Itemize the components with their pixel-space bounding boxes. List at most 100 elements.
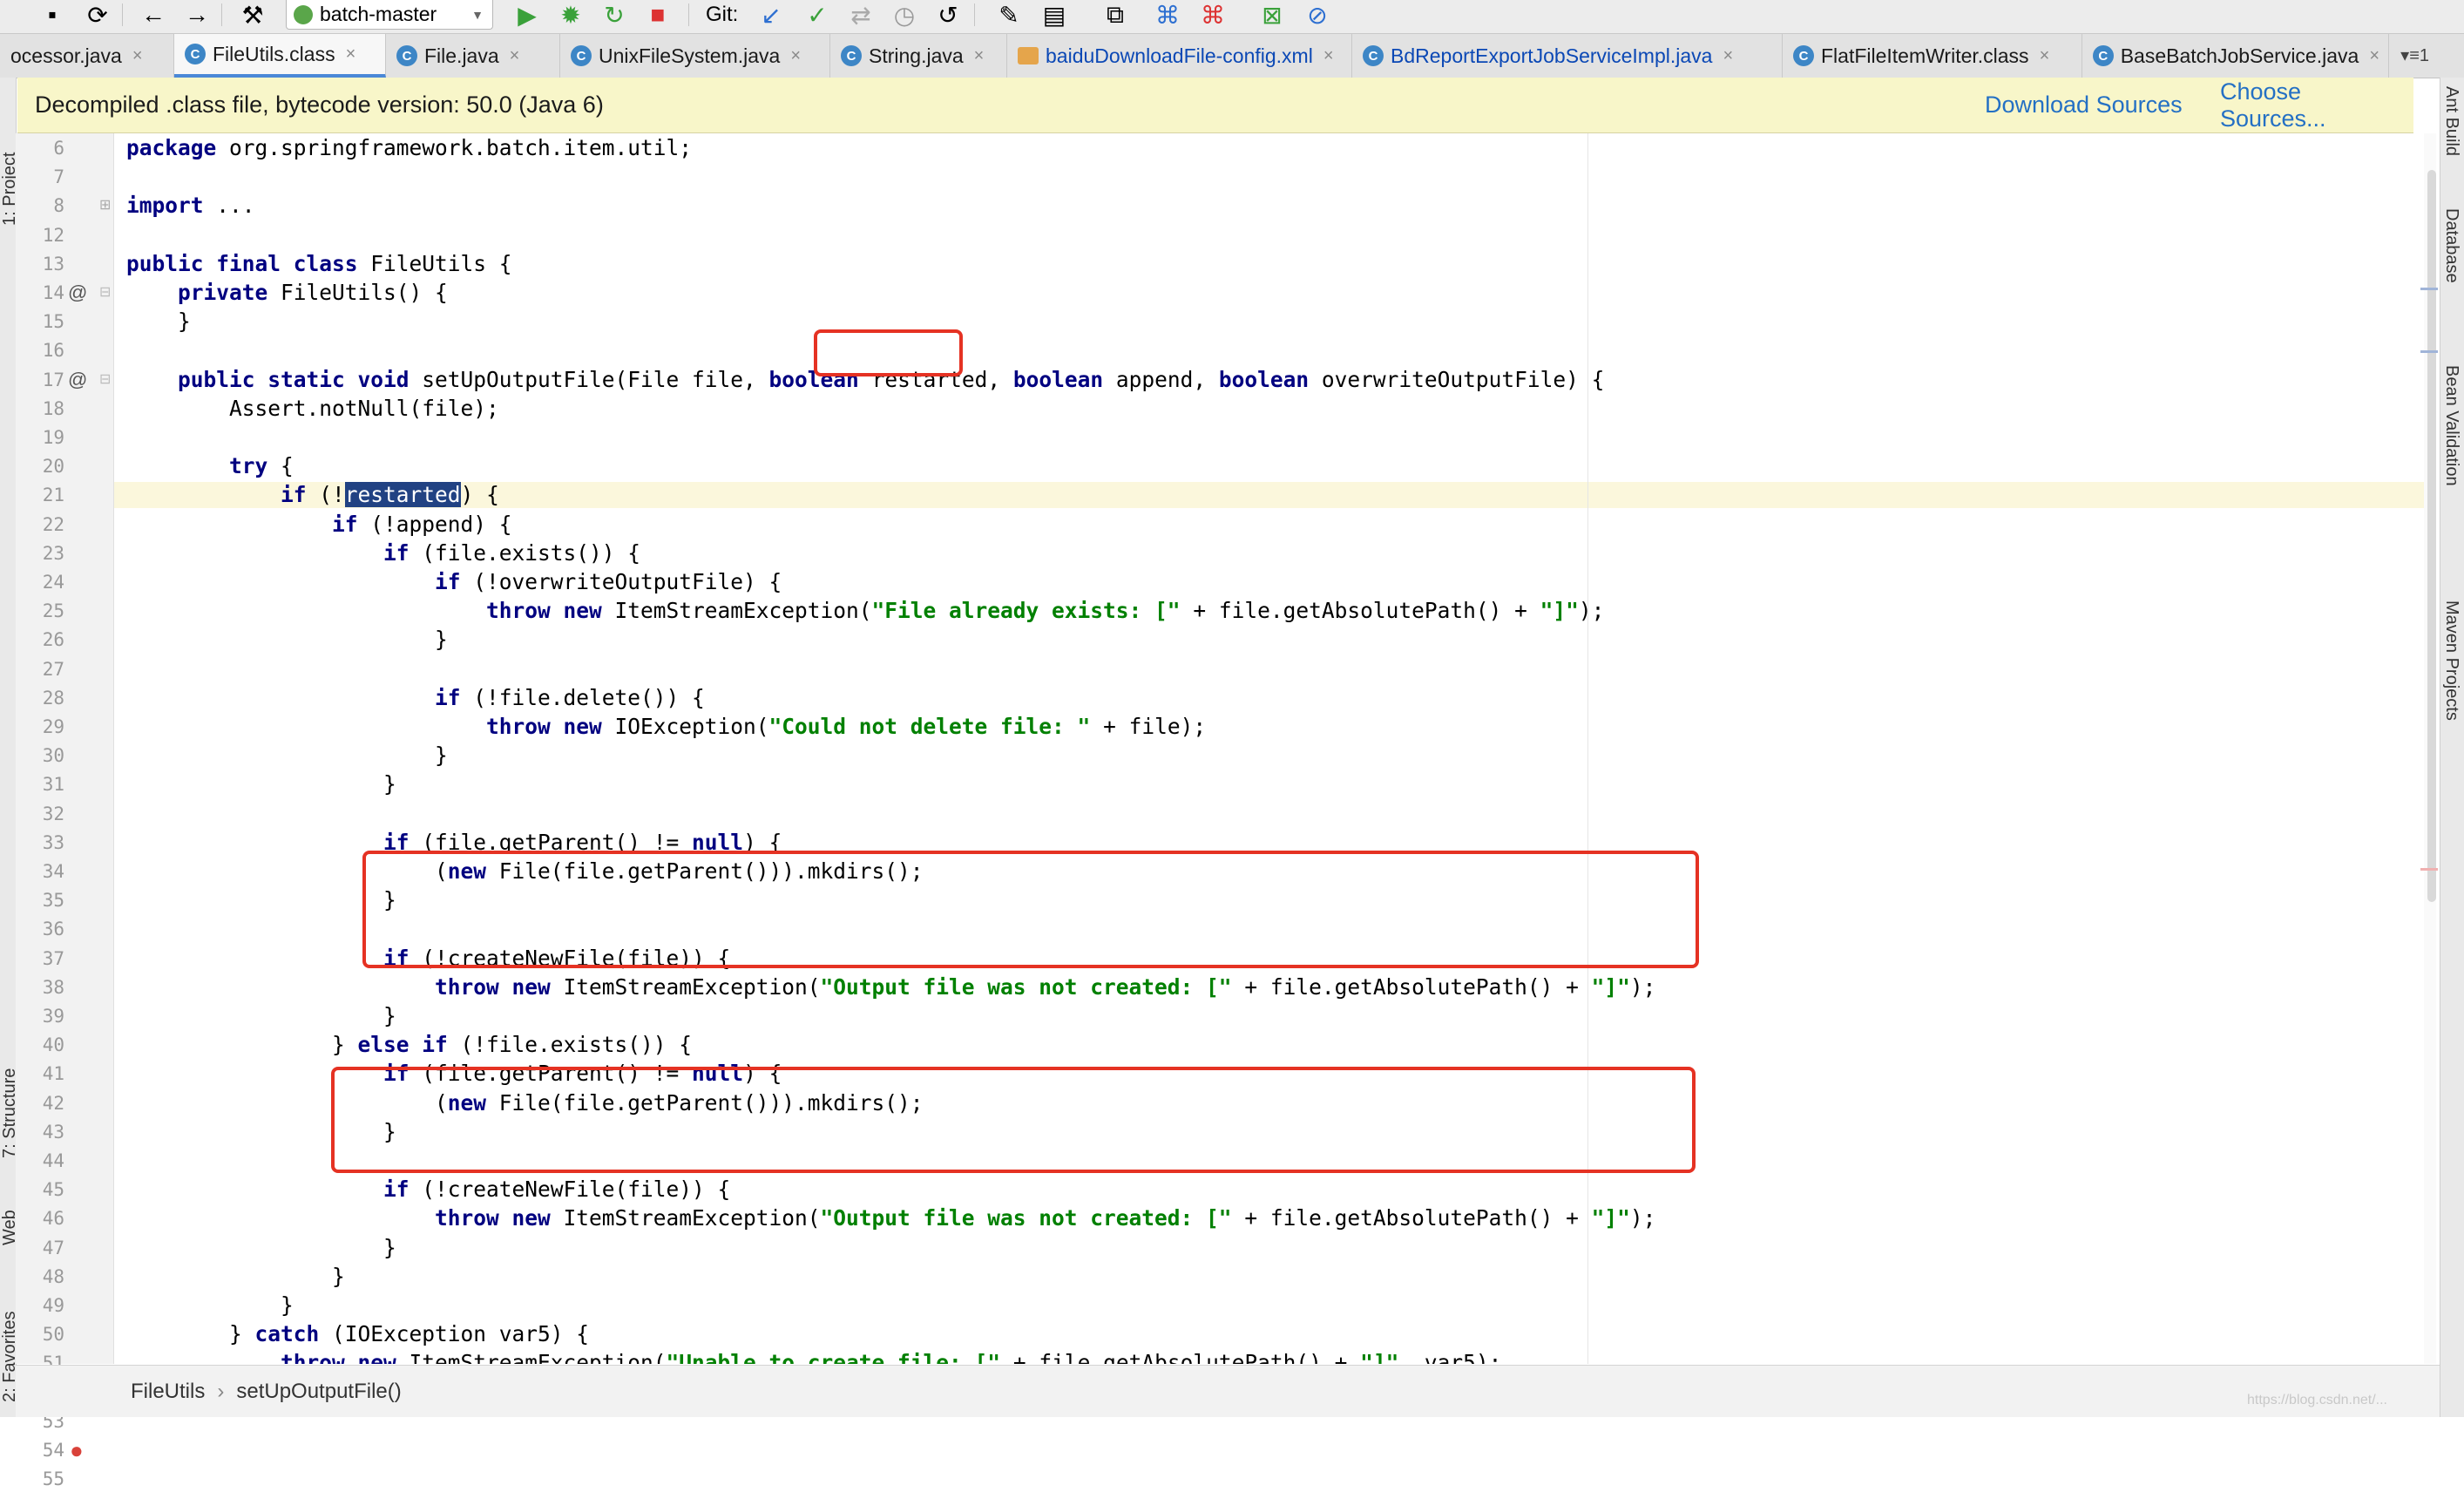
code-editor[interactable]: package org.springframework.batch.item.u… [114,133,2439,1364]
close-icon[interactable]: × [1723,46,1733,66]
breakpoint-icon[interactable]: ● [70,1437,84,1463]
close-icon[interactable]: × [2040,46,2050,66]
code-line[interactable]: } [114,771,396,797]
code-line[interactable]: if (!overwriteOutputFile) { [114,569,782,595]
wrench-icon[interactable]: ✎ [992,0,1026,30]
back-arrow-icon[interactable]: ← [136,0,171,30]
code-line[interactable]: } catch (IOException var5) { [114,1321,589,1347]
choose-sources-link[interactable]: Choose Sources... [2220,78,2413,132]
vcs-merge-icon[interactable]: ⇄ [843,0,878,30]
close-icon[interactable]: × [2369,46,2379,66]
code-line[interactable]: throw new IOException("Could not delete … [114,714,1206,740]
fold-icon[interactable]: ⊟ [99,367,111,393]
code-line[interactable] [114,164,126,190]
close-icon[interactable]: × [790,46,801,66]
code-line[interactable]: if (!file.delete()) { [114,685,705,711]
forward-arrow-icon[interactable]: → [179,0,214,30]
code-line[interactable] [114,656,126,682]
close-icon[interactable]: × [510,46,520,66]
stop-icon[interactable]: ■ [640,0,675,30]
code-line[interactable] [114,1148,126,1174]
code-line[interactable]: } [114,743,448,769]
breadcrumb-class[interactable]: FileUtils [131,1380,205,1404]
sync-icon[interactable]: ⟳ [80,0,115,30]
tool-window-bean-validation[interactable]: Bean Validation [2441,365,2461,486]
code-line[interactable] [114,801,126,827]
code-line[interactable]: if (!append) { [114,512,512,538]
tab-basebatchjobservice-java[interactable]: C BaseBatchJobService.java × [2082,34,2389,78]
close-icon[interactable]: × [974,46,985,66]
tab-unixfilesystem-java[interactable]: C UnixFileSystem.java × [560,34,830,78]
save-icon[interactable]: ▪ [35,0,70,30]
tool-window-database[interactable]: Database [2441,208,2461,283]
translate-icon[interactable]: ⌘ [1150,0,1185,30]
tab-processor-java[interactable]: ocessor.java × [0,34,174,78]
no-entry-icon[interactable]: ⊘ [1300,0,1335,30]
build-hammer-icon[interactable]: ⚒ [235,0,270,30]
code-line[interactable]: } [114,887,396,913]
code-line[interactable]: public final class FileUtils { [114,251,512,277]
run-configuration-selector[interactable]: batch-master ▼ [286,0,493,30]
override-marker-icon[interactable]: @ [68,367,87,393]
code-line[interactable]: } [114,309,191,335]
code-line[interactable]: throw new ItemStreamException("Output fi… [114,974,1655,1000]
tab-baidudownloadfile-config-xml[interactable]: baiduDownloadFile-config.xml × [1007,34,1352,78]
tab-file-java[interactable]: C File.java × [386,34,560,78]
close-icon[interactable]: × [1323,46,1334,66]
code-line[interactable] [114,916,126,942]
tool-window-favorites[interactable]: 2: Favorites [0,1312,16,1402]
code-line[interactable]: Assert.notNull(file); [114,396,499,422]
line-number: 23 [42,542,64,564]
close-icon[interactable]: × [132,46,143,66]
close-icon[interactable]: × [346,44,356,64]
code-line[interactable]: } [114,1235,396,1261]
profiler-icon[interactable]: ⊠ [1255,0,1290,30]
download-sources-link[interactable]: Download Sources [1985,92,2183,119]
code-line[interactable] [114,222,126,248]
tab-fileutils-class[interactable]: C FileUtils.class × [174,34,386,78]
fold-icon[interactable]: ⊟ [99,280,111,306]
tool-window-project[interactable]: 1: Project [0,153,16,226]
code-line[interactable]: try { [114,453,294,479]
history-icon[interactable]: ◷ [887,0,922,30]
code-line[interactable] [114,424,126,451]
run-icon[interactable]: ▶ [510,0,545,30]
code-line[interactable] [114,337,126,363]
code-token: } [126,1263,345,1289]
debug-icon[interactable]: ✹ [553,0,588,30]
override-marker-icon[interactable]: @ [68,280,87,306]
code-line[interactable]: if (file.exists()) { [114,540,640,566]
code-line[interactable]: } [114,1003,396,1029]
vcs-commit-icon[interactable]: ✓ [800,0,835,30]
code-line[interactable]: } [114,1264,345,1290]
code-line[interactable]: throw new ItemStreamException("Output fi… [114,1205,1655,1231]
translate-alt-icon[interactable]: ⌘ [1195,0,1230,30]
tool-window-structure[interactable]: 7: Structure [0,1068,16,1158]
scrollbar-thumb[interactable] [2427,170,2436,902]
breadcrumb-method[interactable]: setUpOutputFile() [236,1380,401,1404]
vcs-update-icon[interactable]: ↙ [754,0,789,30]
code-line[interactable]: } [114,1292,294,1319]
tab-overflow-menu[interactable]: ▾≡1 [2400,34,2429,78]
code-line[interactable]: private FileUtils() { [114,280,448,306]
tool-window-maven-projects[interactable]: Maven Projects [2441,600,2461,721]
attach-debugger-icon[interactable]: ↻ [597,0,632,30]
fold-icon[interactable]: ⊞ [99,193,111,219]
project-structure-icon[interactable]: ▤ [1037,0,1072,30]
tool-window-ant-build[interactable]: Ant Build [2441,86,2461,156]
code-line[interactable]: import ... [114,193,255,219]
code-line[interactable]: } else if (!file.exists()) { [114,1032,692,1058]
code-line[interactable]: if (!restarted) { [114,482,2435,509]
tab-string-java[interactable]: C String.java × [830,34,1007,78]
revert-icon[interactable]: ↺ [931,0,965,30]
code-line[interactable]: throw new ItemStreamException("Unable to… [114,1350,1501,1364]
editor-gutter[interactable]: 678⊞121314@⊟151617@⊟18192021💡22232425262… [16,133,159,1489]
sdk-icon[interactable]: ⧉ [1098,0,1133,30]
code-line[interactable]: package org.springframework.batch.item.u… [114,135,692,161]
code-line[interactable]: if (!createNewFile(file)) { [114,1177,730,1203]
code-line[interactable]: } [114,627,448,653]
tool-window-web[interactable]: Web [0,1210,16,1245]
tab-bdreportexportjobserviceimpl-java[interactable]: C BdReportExportJobServiceImpl.java × [1352,34,1783,78]
code-line[interactable]: throw new ItemStreamException("File alre… [114,598,1604,624]
tab-flatfileitemwriter-class[interactable]: C FlatFileItemWriter.class × [1783,34,2082,78]
